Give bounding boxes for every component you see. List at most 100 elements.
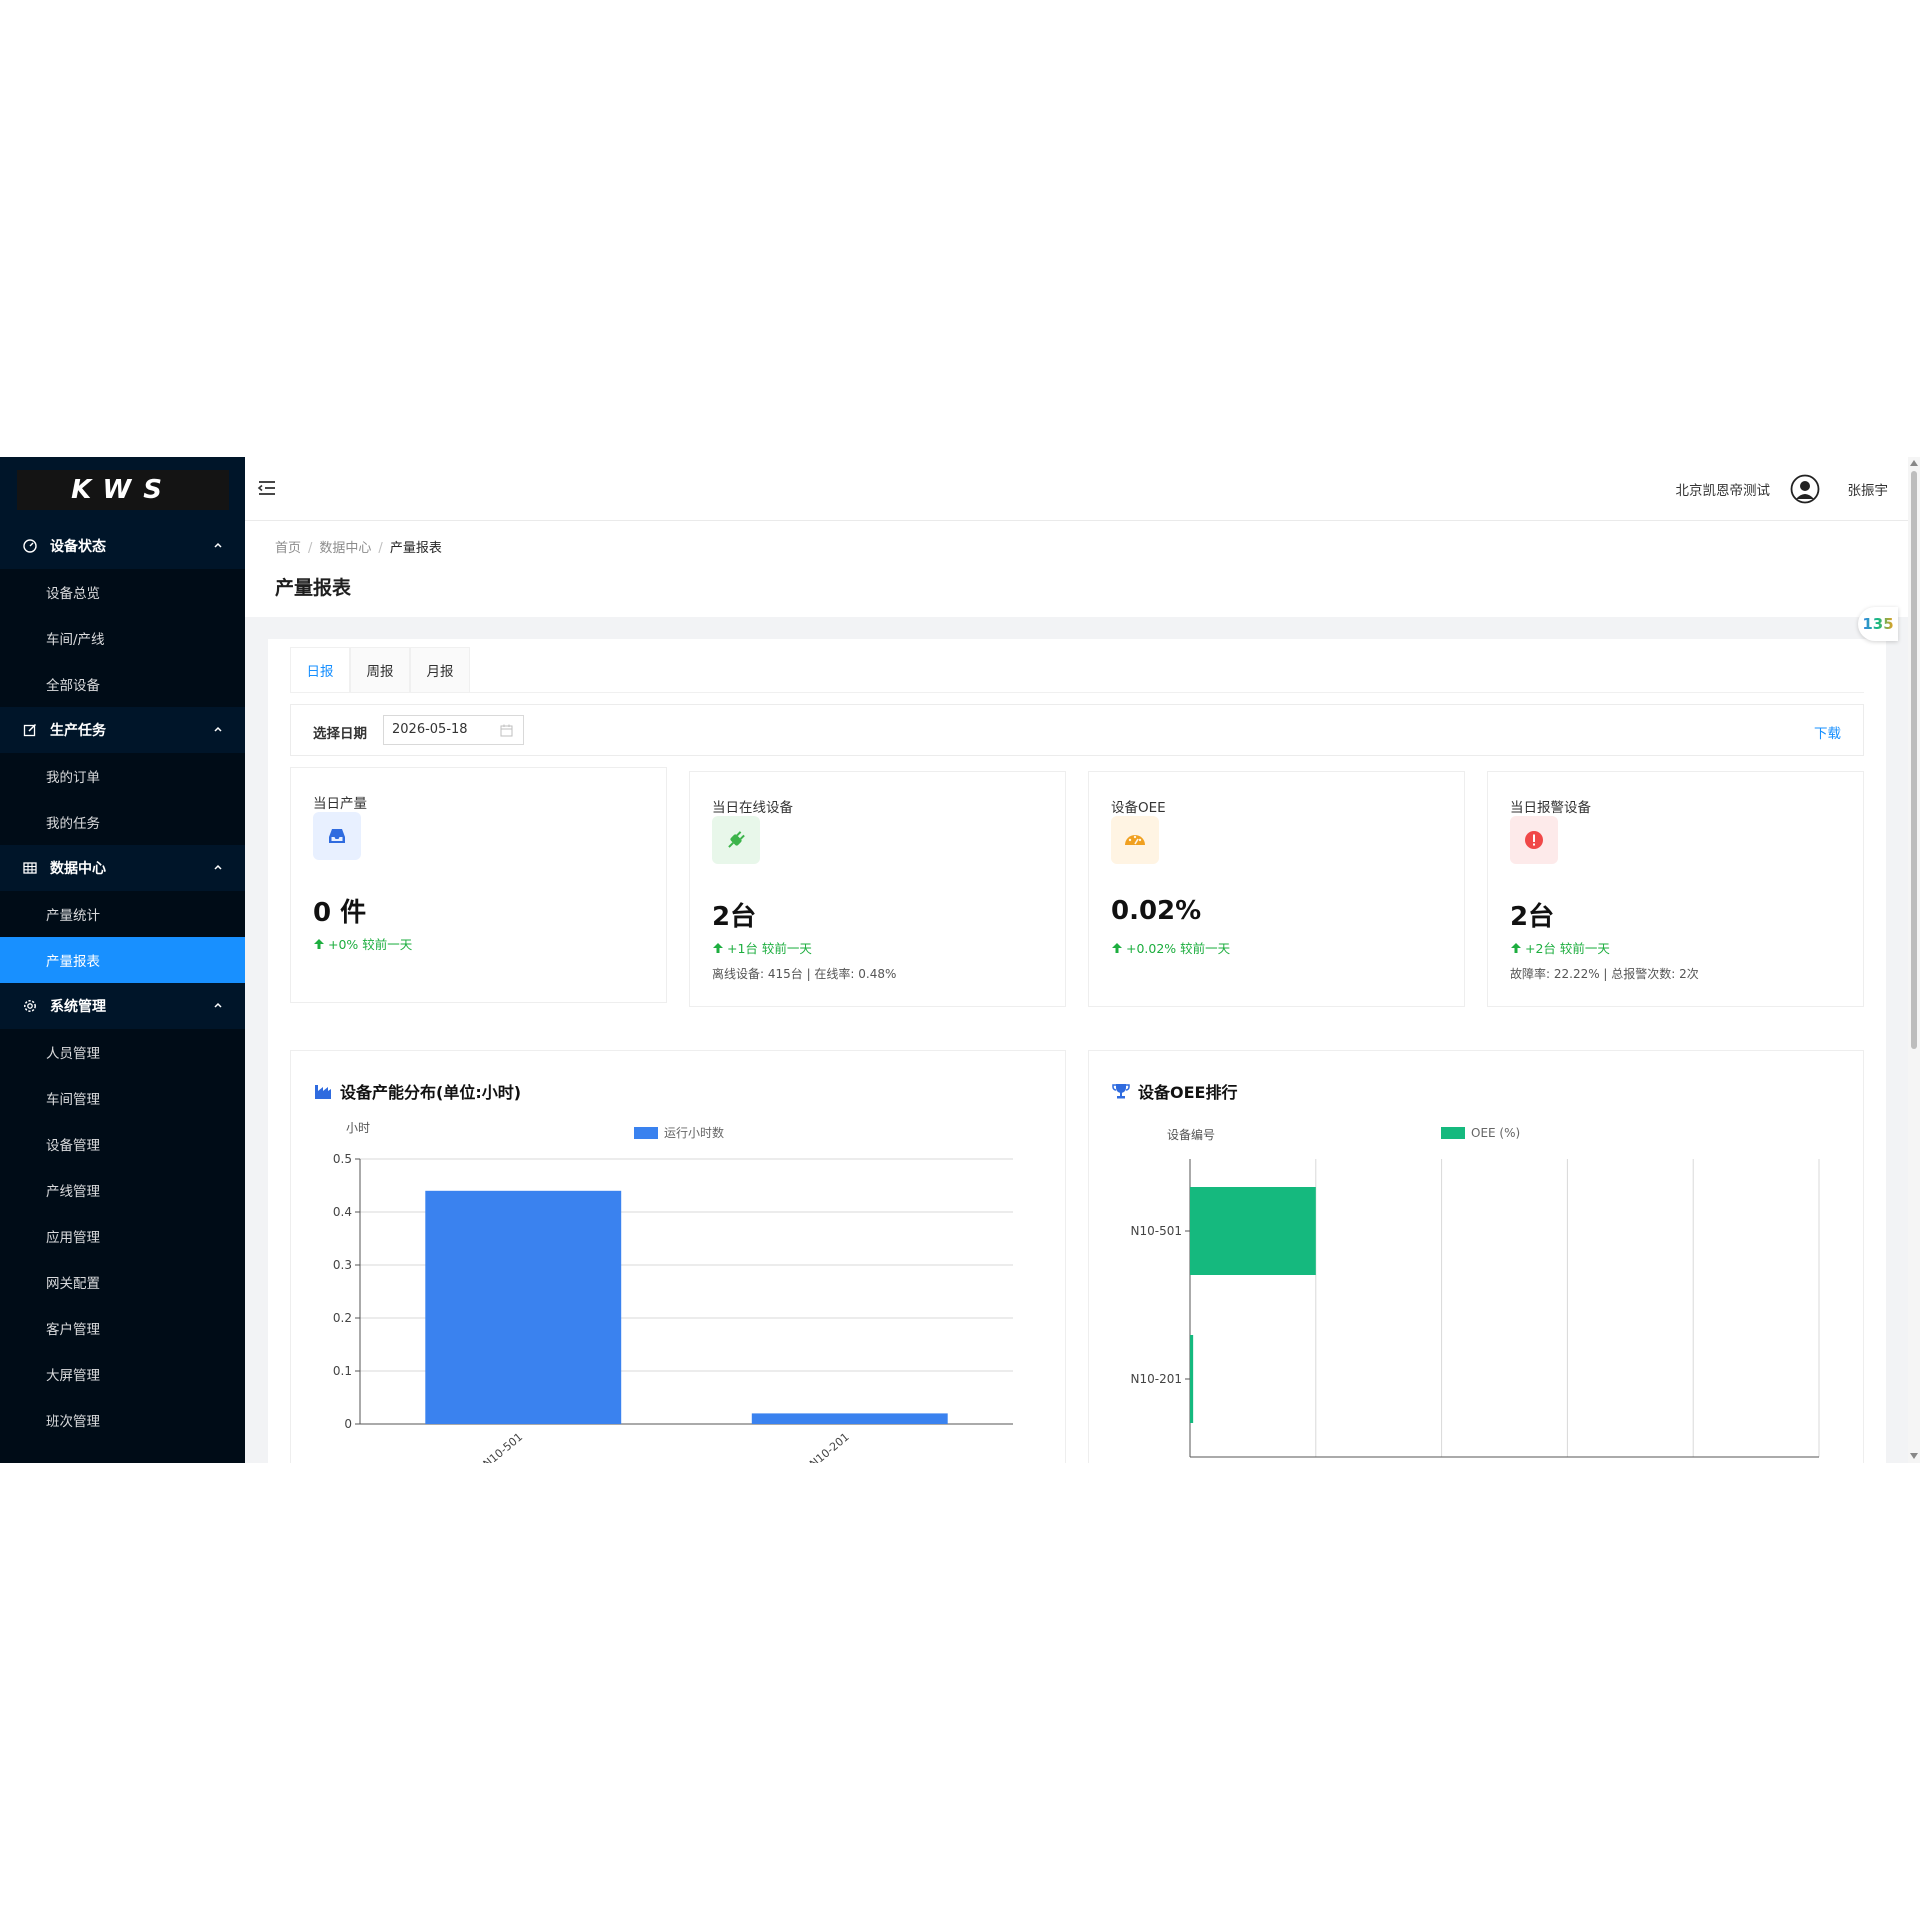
breadcrumb-home[interactable]: 首页 [275, 541, 301, 556]
sidebar-item-applications[interactable]: 应用管理 [0, 1213, 245, 1259]
download-link[interactable]: 下载 [1814, 722, 1841, 742]
bar [751, 1413, 948, 1424]
plug-icon [712, 816, 760, 864]
sidebar-item-my-orders[interactable]: 我的订单 [0, 753, 245, 799]
date-picker[interactable]: 2026-05-18 [383, 715, 524, 745]
stat-delta-text: +1台 较前一天 [727, 941, 812, 956]
tab-daily[interactable]: 日报 [290, 647, 350, 693]
y-axis-label: 设备编号 [1167, 1127, 1215, 1142]
app-window: KWS 设备状态 设备总览 车间/产线 全部设备 生产任务 我的订单 我的任务 … [0, 457, 1920, 1463]
sidebar-item-shifts[interactable]: 班次管理 [0, 1397, 245, 1443]
date-picker-value: 2026-05-18 [392, 722, 468, 737]
username[interactable]: 张振宇 [1848, 479, 1889, 499]
stat-value: 2台 [712, 902, 757, 932]
stat-title: 当日在线设备 [712, 800, 793, 816]
page-title: 产量报表 [275, 577, 352, 599]
legend-label: 运行小时数 [664, 1125, 724, 1140]
alert-icon [1510, 816, 1558, 864]
scroll-down-icon[interactable] [1910, 1453, 1918, 1459]
y-tick-label: 0.5 [333, 1152, 352, 1166]
dashboard-icon [22, 538, 38, 554]
arrow-up-icon [314, 938, 324, 949]
stat-delta: +2台 较前一天 [1510, 938, 1610, 957]
capacity-chart-card: 设备产能分布(单位:小时) 小时 运行小时数 0 0.1 0.2 0.3 0.4 0.5 N10… [290, 1050, 1066, 1463]
company-name: 北京凯恩帝测试 [1675, 483, 1771, 499]
breadcrumb-section[interactable]: 数据中心 [319, 541, 371, 556]
stat-title: 当日产量 [313, 796, 367, 812]
floating-badge[interactable]: 135 [1858, 607, 1898, 641]
stat-delta-text: +2台 较前一天 [1525, 941, 1610, 956]
logo[interactable]: KWS [16, 470, 229, 510]
stat-value: 2台 [1510, 902, 1555, 932]
sidebar-item-production-stats[interactable]: 产量统计 [0, 891, 245, 937]
stat-value: 0 件 [313, 898, 367, 928]
tab-monthly[interactable]: 月报 [410, 647, 470, 693]
menu-group-label: 数据中心 [50, 861, 106, 877]
menu-group-data-center[interactable]: 数据中心 [0, 845, 245, 891]
table-icon [22, 860, 38, 876]
sidebar-item-all-devices[interactable]: 全部设备 [0, 661, 245, 707]
chevron-up-icon [214, 542, 222, 548]
stat-delta: +0.02% 较前一天 [1111, 938, 1230, 957]
sidebar-item-workshops[interactable]: 车间管理 [0, 1075, 245, 1121]
y-tick-label: 0.1 [333, 1364, 352, 1378]
gauge-icon [1111, 816, 1159, 864]
stat-title: 当日报警设备 [1510, 800, 1591, 816]
legend-swatch [1441, 1127, 1465, 1139]
y-tick-label: 0.3 [333, 1258, 352, 1272]
stat-card-alarm-devices: 当日报警设备 2台 +2台 较前一天 故障率: 22.22% | 总报警次数: … [1487, 771, 1864, 1007]
y-axis-label: 小时 [346, 1121, 370, 1135]
avatar[interactable] [1790, 474, 1820, 504]
sidebar-item-personnel[interactable]: 人员管理 [0, 1029, 245, 1075]
sidebar-item-devices[interactable]: 设备管理 [0, 1121, 245, 1167]
chevron-up-icon [214, 1002, 222, 1008]
sidebar-item-production-lines[interactable]: 产线管理 [0, 1167, 245, 1213]
oee-ranking-chart-card: 设备OEE排行 设备编号 OEE (%) N10-501 N10-201 [1088, 1050, 1864, 1463]
y-tick-label: N10-501 [1131, 1224, 1182, 1238]
edit-icon [22, 722, 38, 738]
breadcrumb: 首页 / 数据中心 / 产量报表 [275, 537, 442, 556]
top-header: 北京凯恩帝测试 张振宇 [245, 457, 1908, 521]
floating-badge-text: 135 [1862, 615, 1894, 633]
inbox-icon [313, 812, 361, 860]
sidebar-item-production-report[interactable]: 产量报表 [0, 937, 245, 983]
y-tick-label: 0.2 [333, 1311, 352, 1325]
filter-bar: 选择日期 2026-05-18 下载 [290, 704, 1864, 756]
stat-value: 0.02% [1111, 896, 1202, 926]
logo-area: KWS [0, 457, 245, 523]
sidebar-item-gateway-config[interactable]: 网关配置 [0, 1259, 245, 1305]
stat-delta-text: +0% 较前一天 [328, 937, 413, 952]
sidebar: KWS 设备状态 设备总览 车间/产线 全部设备 生产任务 我的订单 我的任务 … [0, 457, 245, 1463]
menu-group-production-tasks[interactable]: 生产任务 [0, 707, 245, 753]
breadcrumb-separator: / [308, 541, 313, 556]
scrollbar-thumb[interactable] [1911, 471, 1917, 1049]
stat-extra: 故障率: 22.22% | 总报警次数: 2次 [1510, 967, 1699, 981]
menu-group-label: 设备状态 [50, 539, 106, 555]
menu-group-label: 生产任务 [50, 723, 106, 739]
legend-swatch [634, 1127, 658, 1139]
arrow-up-icon [1511, 942, 1521, 953]
scrollbar[interactable] [1908, 457, 1920, 1463]
arrow-up-icon [713, 942, 723, 953]
x-tick-label: N10-501 [481, 1430, 526, 1463]
bar [1190, 1187, 1316, 1275]
sidebar-item-workshop-line[interactable]: 车间/产线 [0, 615, 245, 661]
sidebar-item-customers[interactable]: 客户管理 [0, 1305, 245, 1351]
scroll-up-icon[interactable] [1910, 460, 1918, 466]
sidebar-item-big-screens[interactable]: 大屏管理 [0, 1351, 245, 1397]
sidebar-item-device-overview[interactable]: 设备总览 [0, 569, 245, 615]
legend-label: OEE (%) [1471, 1126, 1520, 1140]
y-tick-label: 0.4 [333, 1205, 352, 1219]
menu-group-device-status[interactable]: 设备状态 [0, 523, 245, 569]
chevron-up-icon [214, 864, 222, 870]
chevron-up-icon [214, 726, 222, 732]
stat-delta-text: +0.02% 较前一天 [1126, 941, 1231, 956]
arrow-up-icon [1112, 942, 1122, 953]
stat-title: 设备OEE [1111, 800, 1166, 816]
menu-fold-icon[interactable] [257, 479, 277, 497]
menu-group-system-management[interactable]: 系统管理 [0, 983, 245, 1029]
tab-weekly[interactable]: 周报 [350, 647, 410, 693]
sidebar-item-my-tasks[interactable]: 我的任务 [0, 799, 245, 845]
tabs-divider [290, 692, 1864, 693]
stat-delta: +1台 较前一天 [712, 938, 812, 957]
